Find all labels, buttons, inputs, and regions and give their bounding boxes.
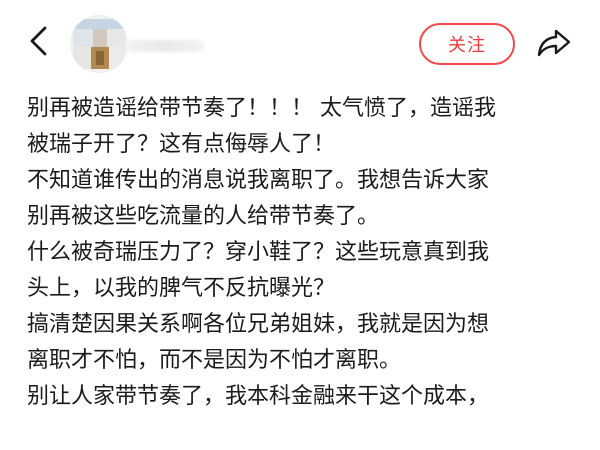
post-header: 关注 bbox=[0, 0, 600, 88]
follow-button[interactable]: 关注 bbox=[419, 23, 515, 65]
post-text-line: 搞清楚因果关系啊各位兄弟姐妹，我就是因为想 bbox=[27, 312, 490, 337]
post-text-line: 头上，以我的脾气不反抗曝光？ bbox=[27, 276, 336, 301]
post-text-line: 被瑞子开了？这有点侮辱人了！ bbox=[27, 132, 336, 157]
username[interactable] bbox=[126, 40, 204, 52]
post-text-line: 别再被这些吃流量的人给带节奏了。 bbox=[27, 204, 380, 229]
post-text-line: 什么被奇瑞压力了？穿小鞋了？这些玩意真到我 bbox=[27, 240, 490, 265]
share-button[interactable] bbox=[533, 24, 575, 66]
share-arrow-icon bbox=[536, 27, 572, 63]
post-text-line: 离职才不怕，而不是因为不怕才离职。 bbox=[27, 348, 402, 373]
chevron-left-icon bbox=[29, 26, 49, 60]
post-text-line: 别再被造谣给带节奏了！！！ 太气愤了，造谣我 bbox=[27, 96, 496, 121]
post-body: 别再被造谣给带节奏了！！！ 太气愤了，造谣我 被瑞子开了？这有点侮辱人了！ 不知… bbox=[27, 91, 577, 450]
post-text-line: 不知道谁传出的消息说我离职了。我想告诉大家 bbox=[27, 168, 490, 193]
avatar-image bbox=[70, 15, 128, 73]
post-text-line: 别让人家带节奏了，我本科金融来干这个成本， bbox=[27, 384, 490, 409]
post-screen: 关注 别再被造谣给带节奏了！！！ 太气愤了，造谣我 被瑞子开了？这有点侮辱人了！… bbox=[0, 0, 600, 450]
avatar[interactable] bbox=[70, 15, 128, 73]
back-button[interactable] bbox=[22, 26, 56, 60]
